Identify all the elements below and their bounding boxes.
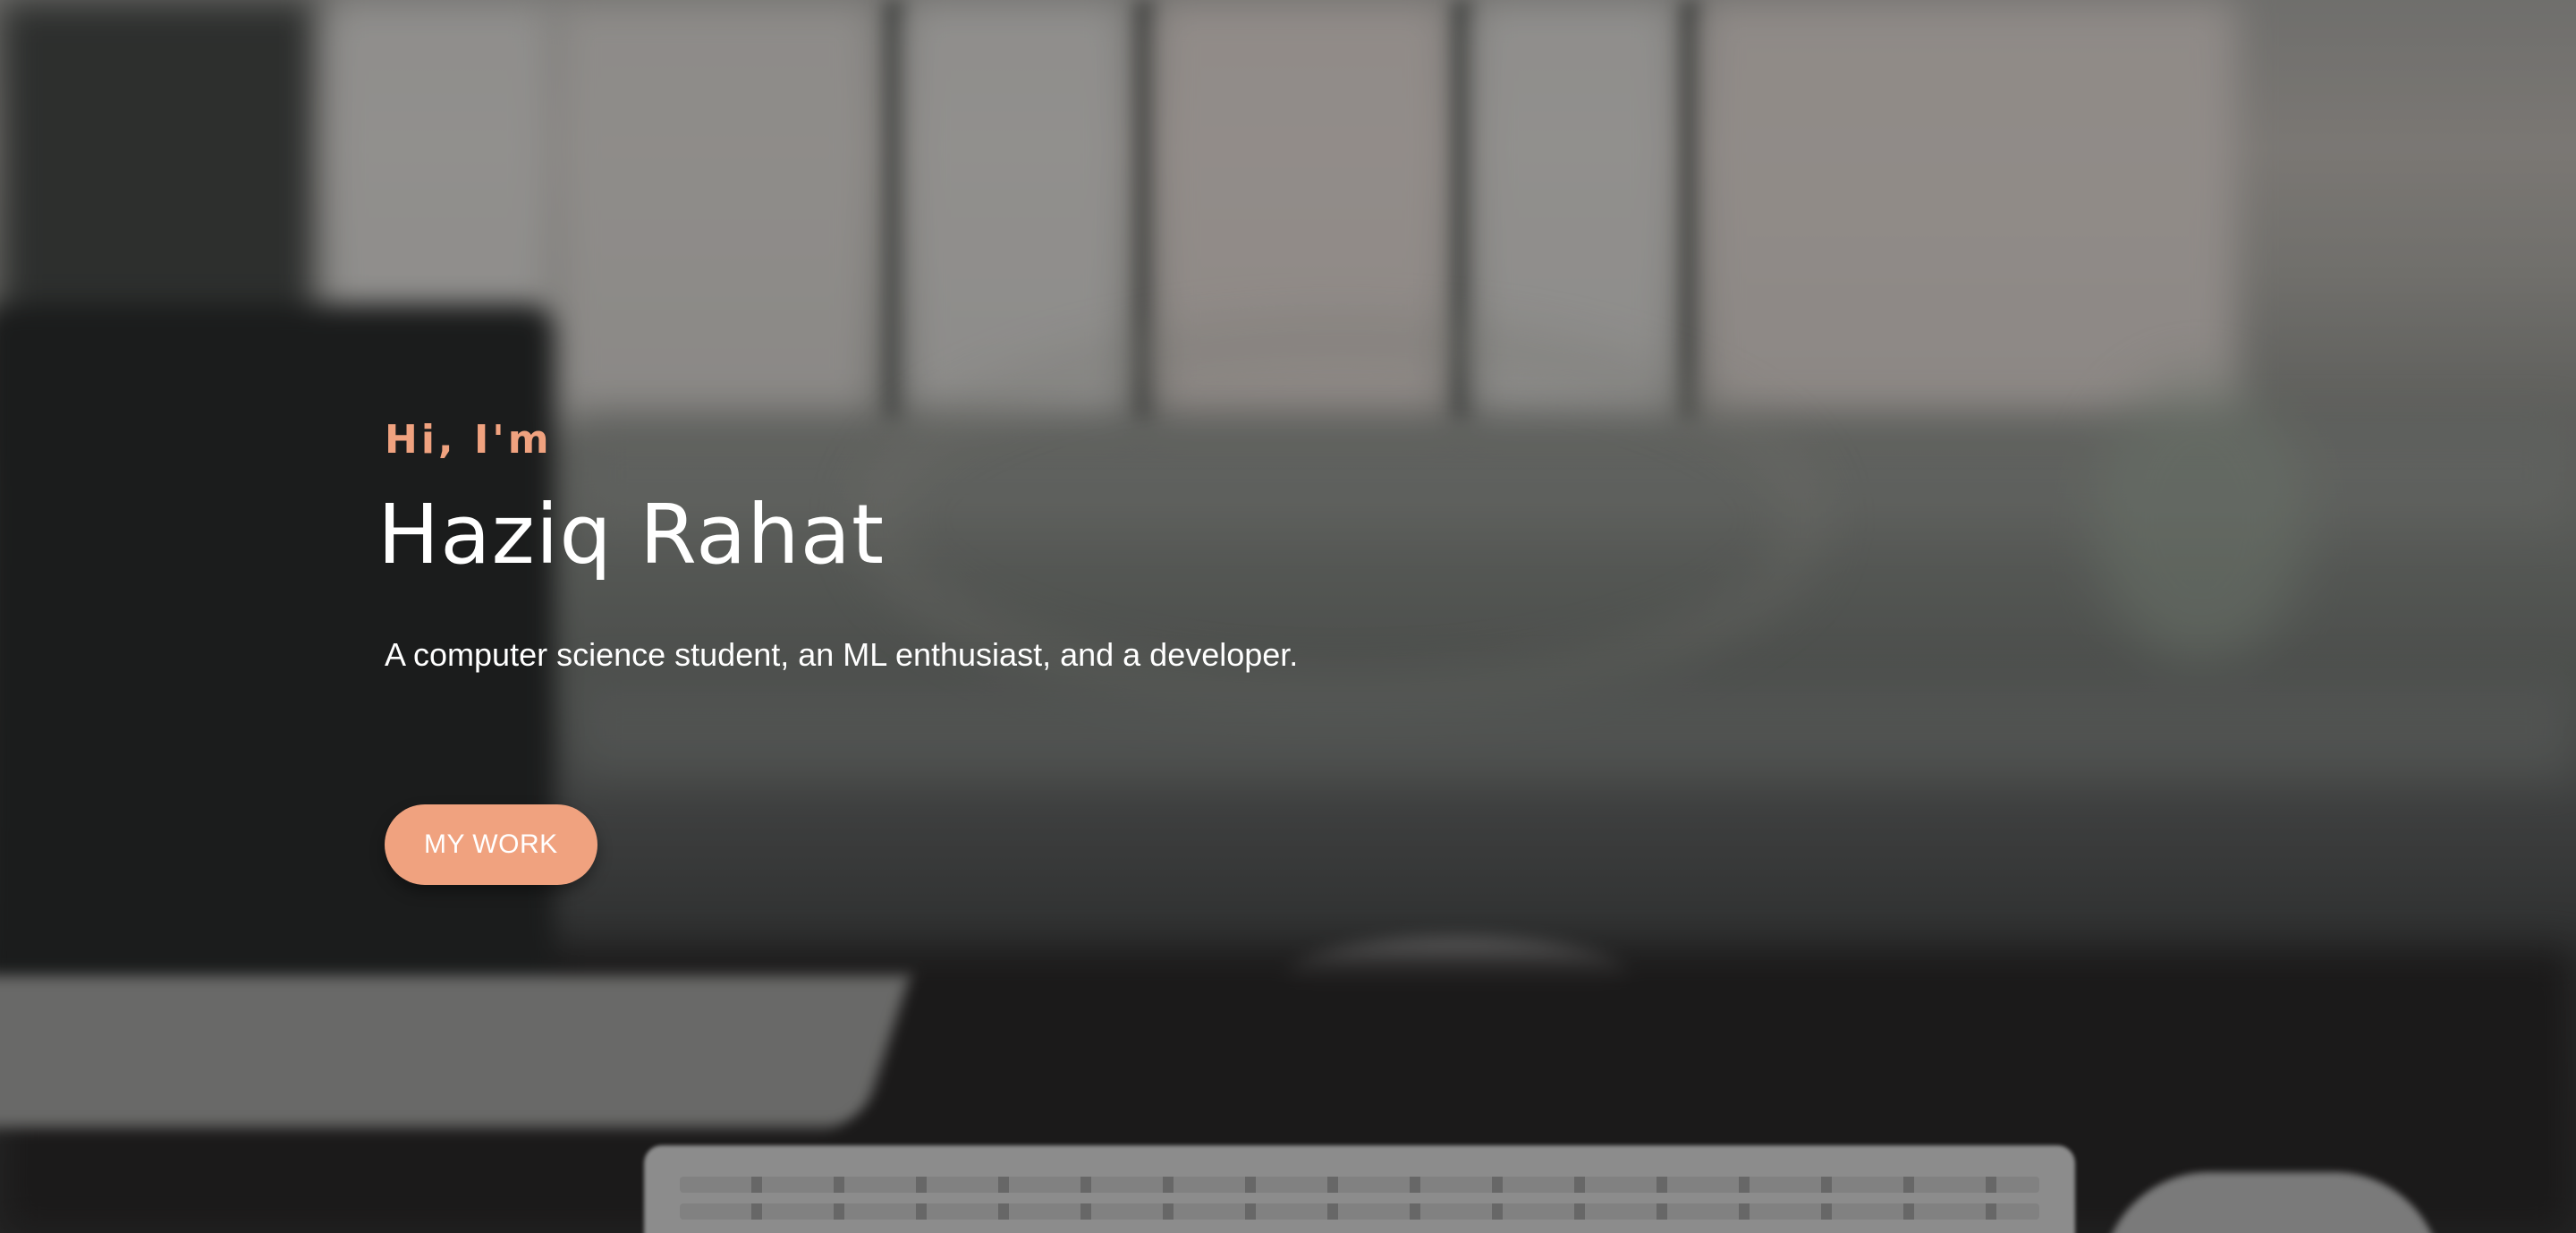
hero-greeting: Hi, I'm [385, 417, 553, 463]
my-work-button[interactable]: MY WORK [385, 804, 597, 886]
hero-tagline: A computer science student, an ML enthus… [385, 636, 1299, 673]
hero-section: Hi, I'm Haziq Rahat A computer science s… [0, 0, 2576, 1233]
hero-content: Hi, I'm Haziq Rahat A computer science s… [377, 417, 1816, 886]
hero-name: Haziq Rahat [377, 487, 886, 582]
